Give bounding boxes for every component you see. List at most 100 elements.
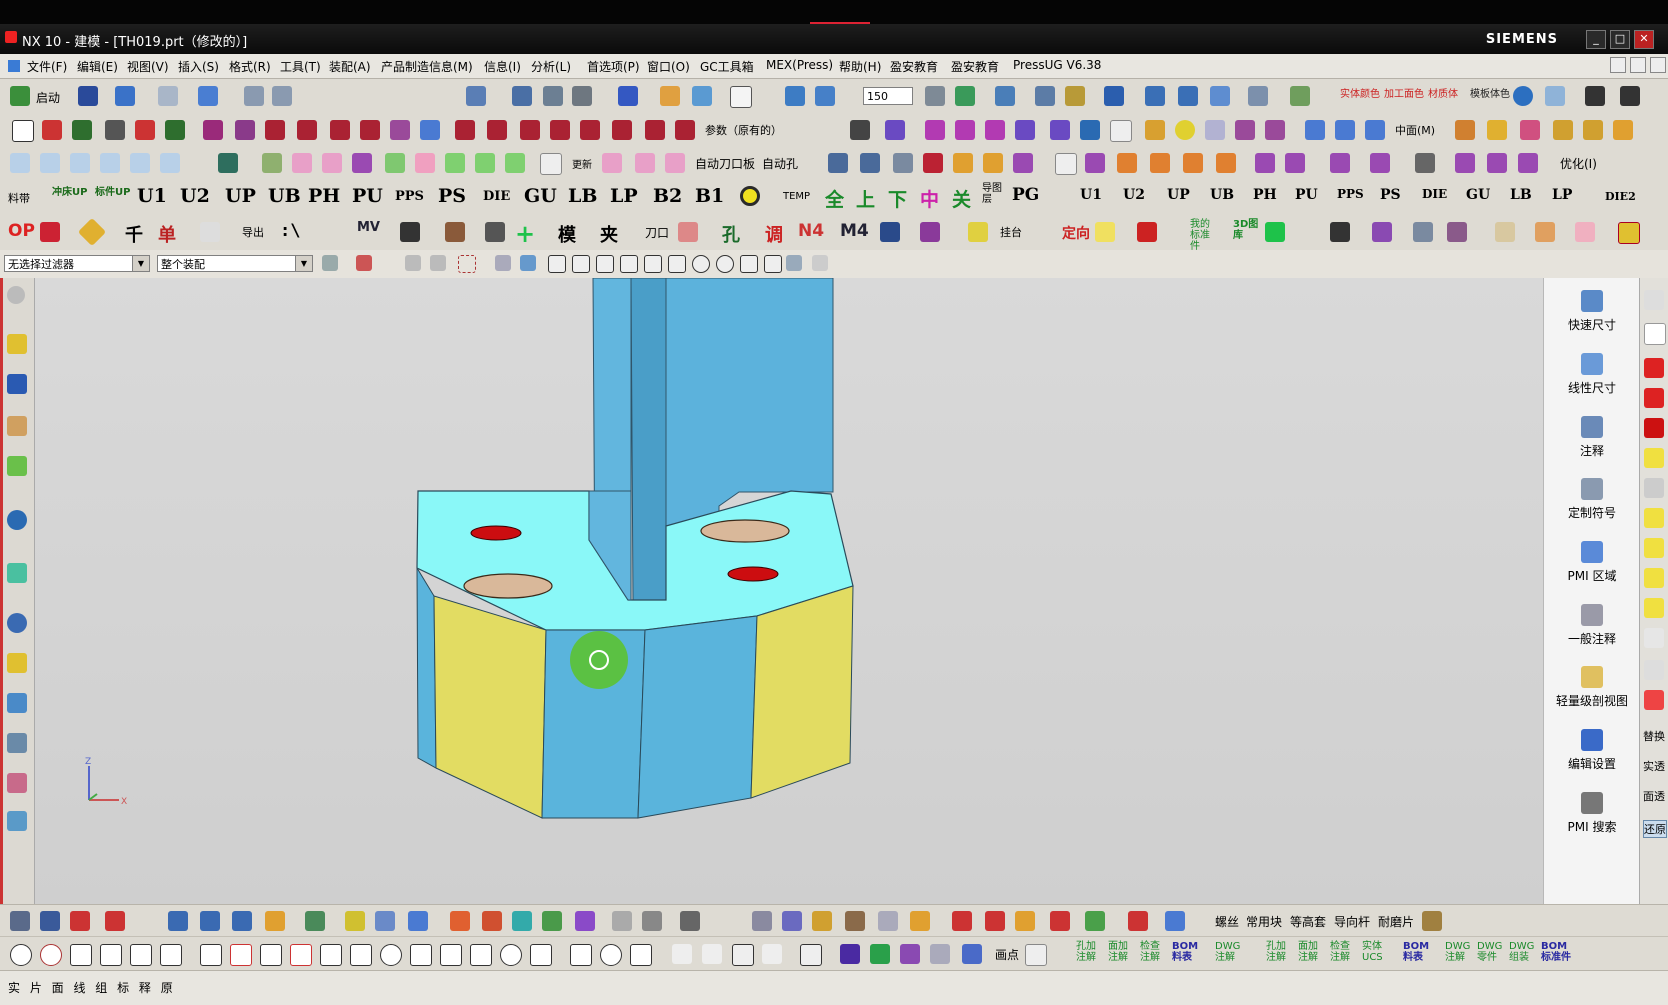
press-up-label[interactable]: 冲床UP [52,183,87,198]
view-tool-icon[interactable] [1644,290,1664,310]
hex-blue-icon[interactable] [200,911,220,931]
line-snap-icon[interactable] [596,255,614,273]
face-note-2[interactable]: 面加注解 [1298,941,1326,963]
patch-icon[interactable] [1015,120,1035,140]
purple-cube-icon[interactable] [1013,153,1033,173]
menu-pmi[interactable]: 产品制造信息(M) [381,58,473,75]
restore-button[interactable]: 还原 [1643,820,1667,838]
view-cube-icon[interactable] [878,911,898,931]
outline-icon[interactable] [1025,944,1047,966]
std-up-label[interactable]: 标件UP [95,183,130,198]
tangent-snap-icon[interactable] [764,255,782,273]
menu-analysis[interactable]: 分析(L) [531,58,571,75]
red-arrow-down-icon[interactable] [1644,418,1664,438]
shaded-icon[interactable] [618,86,638,106]
line-sketch-icon[interactable] [200,944,222,966]
plate-ps[interactable]: PS [438,185,466,207]
die2-button[interactable]: DIE2 [1605,190,1636,203]
safety-icon[interactable] [415,153,435,173]
auto-cutting-plate-label[interactable]: 自动刀口板 [695,155,755,172]
circle-line-icon[interactable] [380,944,402,966]
mold-button[interactable]: 模 [558,221,576,247]
polyline-snap-icon[interactable] [644,255,662,273]
midpoint-snap-icon[interactable] [572,255,590,273]
linear-dimension-item[interactable]: 线性尺寸 [1544,353,1640,396]
cube-l-icon[interactable] [1518,153,1538,173]
screw-label[interactable]: 螺丝 [1215,913,1239,930]
orient-button[interactable]: 定向 [1062,223,1090,243]
trim-icon[interactable] [265,120,285,140]
face-note-1[interactable]: 面加注解 [1108,941,1136,963]
menu-help[interactable]: 帮助(H) [839,58,881,75]
chamfer-icon[interactable] [360,120,380,140]
absolute-icon[interactable] [1137,222,1157,242]
datum-axis-icon[interactable] [42,120,62,140]
solid-snap-icon[interactable] [495,255,511,271]
red-arrow-right-icon[interactable] [1644,388,1664,408]
chain-icon[interactable] [470,944,492,966]
cube-d-icon[interactable] [1183,153,1203,173]
template-label[interactable]: 模板体色 [1470,85,1510,100]
3d-library-label[interactable]: 3D图库 [1233,219,1259,241]
ruler-icon[interactable] [1290,86,1310,106]
general-note-item[interactable]: 一般注释 [1544,604,1640,647]
auto-icon[interactable] [920,222,940,242]
initial-view-icon[interactable] [1644,598,1664,618]
box-icon[interactable] [1613,120,1633,140]
red-hole-left[interactable] [470,525,522,541]
clamp-button[interactable]: 夹 [600,221,618,247]
line-red-icon[interactable] [70,911,90,931]
divide-icon[interactable] [487,120,507,140]
plate-icon[interactable] [265,911,285,931]
mv-button[interactable]: MV [357,220,380,235]
face-snap-icon[interactable] [520,255,536,271]
guide-icon[interactable] [292,153,312,173]
blank-square-icon[interactable] [1644,323,1666,345]
diagonal-icon[interactable] [290,944,312,966]
my-std-parts-label[interactable]: 我的标准件 [1190,219,1218,252]
red-cube-icon[interactable] [923,153,943,173]
assembly-navigator-icon[interactable] [7,374,27,394]
hole-note-1[interactable]: 孔加注解 [1076,941,1104,963]
doc-close-button[interactable] [1650,57,1666,73]
n4-button[interactable]: N4 [798,221,824,241]
spacer-label[interactable]: 等高套 [1290,913,1326,930]
tool-f-icon[interactable] [160,153,180,173]
snap-settings-icon[interactable] [786,255,802,271]
diamond-red-icon[interactable] [985,911,1005,931]
m4-button[interactable]: M4 [840,221,869,241]
move-ub[interactable]: UB [1210,187,1234,203]
cone-icon[interactable] [1235,120,1255,140]
move-icon[interactable] [1145,86,1165,106]
tweezer-icon[interactable] [1372,222,1392,242]
pen-icon[interactable] [1585,86,1605,106]
thicken-icon[interactable] [1080,120,1100,140]
edit-settings-item[interactable]: 编辑设置 [1544,729,1640,772]
square-red-icon[interactable] [1050,911,1070,931]
custom-symbol-item[interactable]: 定制符号 [1544,478,1640,521]
bom-std[interactable]: BOM标准件 [1541,941,1571,963]
project-icon[interactable] [675,120,695,140]
select-icon[interactable] [1178,86,1198,106]
play-icon[interactable] [1104,86,1124,106]
cube-k-icon[interactable] [1487,153,1507,173]
copy-icon[interactable] [244,86,264,106]
select-chain-icon[interactable] [430,255,446,271]
lift-icon[interactable] [445,153,465,173]
curve-trim-icon[interactable] [455,120,475,140]
dots-icon[interactable] [762,944,782,964]
check-icon[interactable] [1644,448,1664,468]
brush-blue-icon[interactable] [168,911,188,931]
lightweight-section-item[interactable]: 轻量级剖视图 [1544,666,1640,709]
link-icon[interactable] [410,944,432,966]
stop-icon[interactable] [475,153,495,173]
drill-icon[interactable] [445,222,465,242]
bracket-back-plate[interactable] [638,278,834,529]
filter-reset-icon[interactable] [322,255,338,271]
params-label[interactable]: 参数（原有的） [705,122,782,138]
subtract-icon[interactable] [1305,120,1325,140]
spring-icon[interactable] [262,153,282,173]
cube-green-icon[interactable] [542,911,562,931]
middle-button[interactable]: 中 [920,185,939,212]
gear-orange-icon[interactable] [450,911,470,931]
